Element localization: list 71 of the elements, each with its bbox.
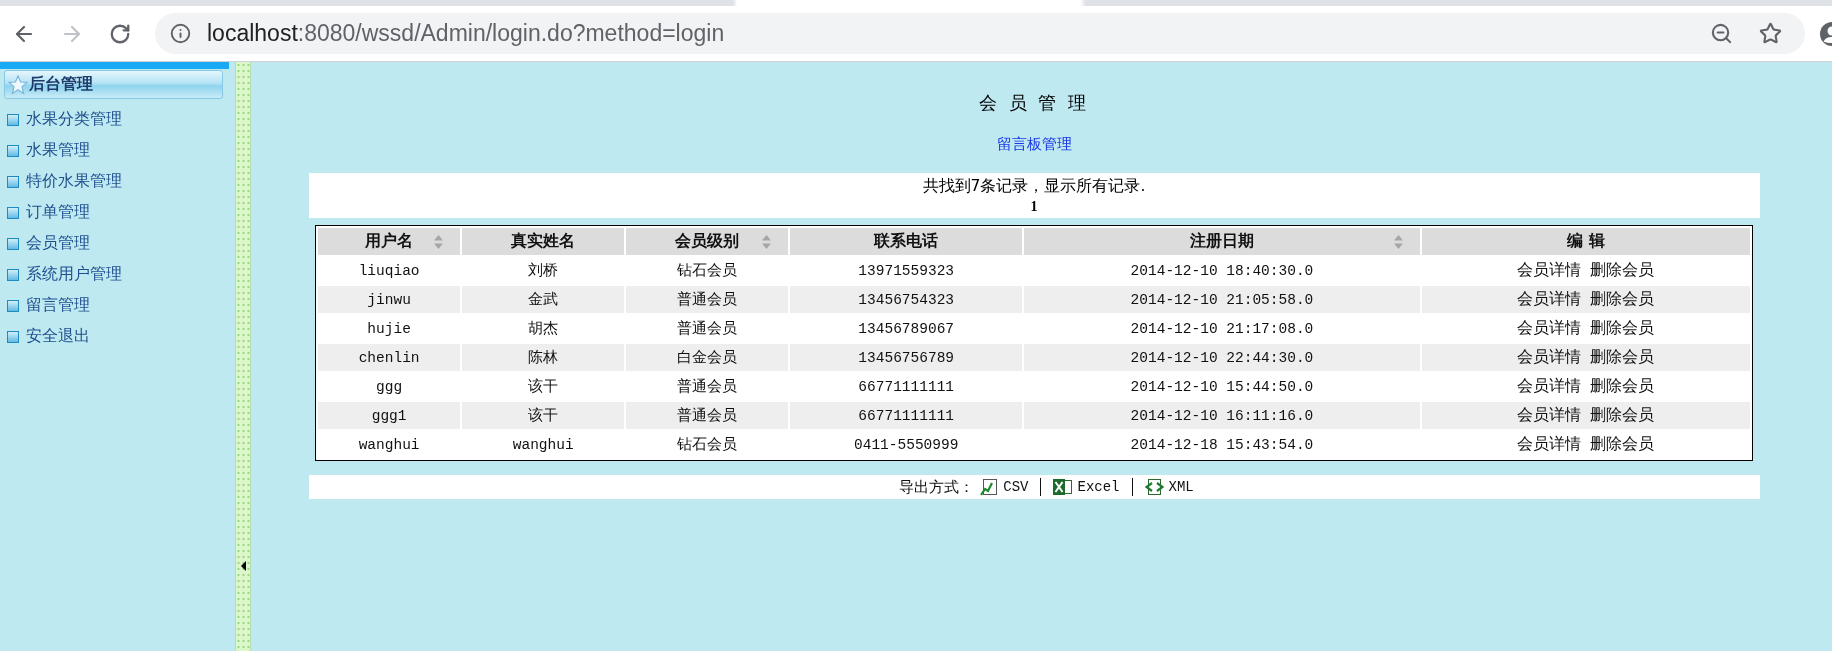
table-cell: 13456756789	[790, 344, 1023, 371]
export-label: 导出方式：	[899, 477, 975, 497]
table-cell: 2014-12-10 16:11:16.0	[1024, 402, 1420, 429]
table-cell: 普通会员	[626, 402, 789, 429]
details-link[interactable]: 会员详情	[1517, 289, 1582, 310]
export-link[interactable]: XML	[1144, 478, 1194, 496]
table-cell: chenlin	[318, 344, 461, 371]
table-cell: 该干	[462, 402, 625, 429]
details-link[interactable]: 会员详情	[1517, 405, 1582, 426]
table-cell: 66771111111	[790, 402, 1023, 429]
square-bullet-icon	[7, 144, 19, 157]
delete-link[interactable]: 删除会员	[1590, 318, 1655, 339]
chart-sheet-icon	[980, 478, 999, 496]
column-header[interactable]: 会员级别	[626, 228, 789, 255]
export-link[interactable]: CSV	[980, 478, 1029, 496]
info-icon[interactable]	[170, 23, 191, 44]
export-link[interactable]: Excel	[1053, 478, 1120, 496]
sidebar-item[interactable]: 系统用户管理	[0, 259, 233, 290]
square-bullet-icon	[7, 206, 19, 219]
star-icon	[8, 74, 28, 95]
square-bullet-icon	[7, 237, 19, 250]
table-cell: ggg1	[318, 402, 461, 429]
table-cell: 13456754323	[790, 286, 1023, 313]
sidebar-item[interactable]: 水果管理	[0, 135, 233, 166]
square-bullet-icon	[7, 299, 19, 312]
bookmark-star-icon[interactable]	[1759, 22, 1782, 45]
sidebar-title: 后台管理	[29, 74, 93, 95]
sidebar-item[interactable]: 订单管理	[0, 197, 233, 228]
delete-link[interactable]: 删除会员	[1590, 260, 1655, 281]
details-link[interactable]: 会员详情	[1517, 260, 1582, 281]
table-cell: 2014-12-10 21:05:58.0	[1024, 286, 1420, 313]
table-cell: 白金会员	[626, 344, 789, 371]
message-board-link[interactable]: 留言板管理	[996, 134, 1072, 154]
details-link[interactable]: 会员详情	[1517, 318, 1582, 339]
delete-link[interactable]: 删除会员	[1590, 289, 1655, 310]
left-triangle-icon[interactable]	[240, 561, 246, 571]
delete-link[interactable]: 删除会员	[1590, 434, 1655, 455]
column-header[interactable]: 注册日期	[1024, 228, 1420, 255]
delete-link[interactable]: 删除会员	[1590, 347, 1655, 368]
details-link[interactable]: 会员详情	[1517, 347, 1582, 368]
details-link[interactable]: 会员详情	[1517, 376, 1582, 397]
square-bullet-icon	[7, 113, 19, 126]
square-bullet-icon	[7, 330, 19, 343]
square-bullet-icon	[7, 268, 19, 281]
page-number[interactable]: 1	[1030, 196, 1038, 217]
reload-icon	[109, 22, 131, 45]
x-sheet-icon	[1053, 478, 1073, 496]
table-cell: 金武	[462, 286, 625, 313]
code-brackets-icon	[1144, 478, 1164, 496]
square-bullet-icon	[7, 175, 19, 188]
column-header[interactable]: 用户名	[318, 228, 461, 255]
page-title: 会 员 管 理	[978, 91, 1090, 115]
sidebar-item[interactable]: 安全退出	[0, 321, 233, 352]
column-header: 编 辑	[1421, 228, 1750, 255]
sidebar-item[interactable]: 水果分类管理	[0, 104, 233, 135]
account-avatar-icon[interactable]	[1818, 20, 1832, 47]
column-header: 联系电话	[790, 228, 1023, 255]
record-count-text: 共找到7条记录，显示所有记录.	[922, 175, 1146, 197]
column-header: 真实姓名	[462, 228, 625, 255]
table-cell: 陈林	[462, 344, 625, 371]
details-link[interactable]: 会员详情	[1517, 434, 1582, 455]
table-cell: 普通会员	[626, 286, 789, 313]
sidebar-item[interactable]: 留言管理	[0, 290, 233, 321]
zoom-out-icon[interactable]	[1710, 22, 1733, 45]
table-cell: jinwu	[318, 286, 461, 313]
address-bar[interactable]: localhost:8080/wssd/Admin/login.do?method=login	[155, 13, 1805, 54]
delete-link[interactable]: 删除会员	[1590, 405, 1655, 426]
delete-link[interactable]: 删除会员	[1590, 376, 1655, 397]
sidebar-item[interactable]: 会员管理	[0, 228, 233, 259]
sidebar-item[interactable]: 特价水果管理	[0, 166, 233, 197]
table-cell: 2014-12-10 22:44:30.0	[1024, 344, 1420, 371]
